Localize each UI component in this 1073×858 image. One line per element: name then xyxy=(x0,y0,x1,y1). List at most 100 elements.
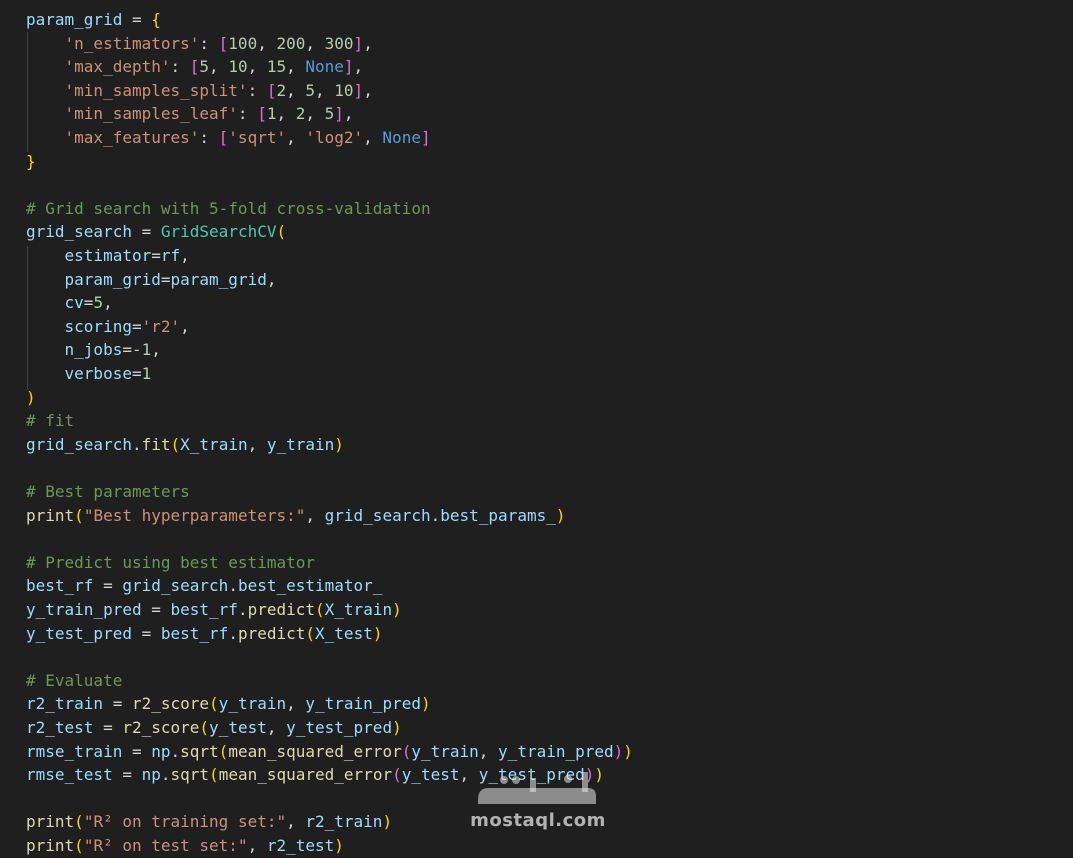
code-token: = xyxy=(122,10,152,29)
code-token: , xyxy=(343,104,354,124)
code-token: r2_score xyxy=(131,694,210,714)
code-token: [ xyxy=(189,57,200,77)
code-token: 'min_samples_split' xyxy=(64,80,248,100)
code-line: # Evaluate xyxy=(26,669,122,693)
code-token: : xyxy=(247,80,267,100)
code-line: 'min_samples_split': [2, 5, 10], xyxy=(26,79,373,103)
code-token: ) xyxy=(334,836,344,855)
code-token: mean_squared_error xyxy=(218,765,393,785)
code-token: , xyxy=(247,836,267,855)
code-token: X_test xyxy=(315,623,373,643)
code-token: "Best hyperparameters:" xyxy=(83,505,306,525)
code-line: # Predict using best estimator xyxy=(26,551,315,575)
code-token: , xyxy=(247,57,267,77)
code-token: [ xyxy=(218,33,229,53)
code-token: = xyxy=(131,364,142,383)
code-token: grid_search xyxy=(324,505,431,525)
code-token: ( xyxy=(74,836,84,855)
code-token: = xyxy=(151,246,161,265)
code-token: ( xyxy=(392,765,402,785)
code-token: np xyxy=(151,741,171,761)
code-token: y_train xyxy=(218,694,287,714)
code-token: y_test_pred xyxy=(26,623,132,643)
code-token: print xyxy=(26,505,75,525)
code-token: , xyxy=(363,128,383,147)
code-token: , xyxy=(305,505,325,525)
code-token: 'max_depth' xyxy=(64,57,171,77)
code-token: r2_test xyxy=(26,718,94,737)
code-token: ( xyxy=(209,694,219,714)
code-token: fit xyxy=(141,434,171,454)
code-token: ) xyxy=(623,741,633,761)
code-token: , xyxy=(286,80,306,100)
code-line: n_jobs=-1, xyxy=(26,338,161,362)
code-token: y_test_pred xyxy=(478,765,585,785)
code-token: ( xyxy=(74,812,84,832)
code-line: param_grid = { xyxy=(26,8,161,32)
code-line: print("R² on training set:", r2_train) xyxy=(26,810,392,834)
code-token: ] xyxy=(353,80,364,100)
code-token: . xyxy=(160,765,171,785)
code-token: # Best parameters xyxy=(26,482,190,501)
code-token: best_estimator_ xyxy=(237,576,383,596)
code-token: r2_train xyxy=(305,812,383,832)
code-line: # Grid search with 5-fold cross-validati… xyxy=(26,197,431,221)
code-token: r2_score xyxy=(122,718,200,737)
code-token: ) xyxy=(334,434,344,454)
code-token: X_train xyxy=(324,600,393,619)
code-token: r2_test xyxy=(266,836,335,855)
code-token: , xyxy=(247,434,267,454)
code-token: 'log2' xyxy=(305,128,364,147)
code-token: None xyxy=(305,57,344,77)
code-token: ) xyxy=(382,812,393,832)
code-token: : xyxy=(199,33,219,53)
code-token: 1 xyxy=(141,364,152,383)
code-token: None xyxy=(382,128,421,147)
code-line: rmse_train = np.sqrt(mean_squared_error(… xyxy=(26,740,633,764)
code-token: # Evaluate xyxy=(26,670,123,690)
code-line: cv=5, xyxy=(26,291,113,315)
code-token: ( xyxy=(74,505,84,525)
code-token: 200 xyxy=(276,33,306,53)
code-editor[interactable]: param_grid = { 'n_estimators': [100, 200… xyxy=(0,0,1073,855)
code-token: = xyxy=(83,293,94,313)
code-token: , xyxy=(257,33,277,53)
code-token: ) xyxy=(26,387,36,407)
code-token: # fit xyxy=(26,411,75,431)
code-token: y_train_pred xyxy=(498,741,614,761)
code-token: = xyxy=(131,623,161,643)
code-line: y_train_pred = best_rf.predict(X_train) xyxy=(26,598,402,622)
code-token: grid_search xyxy=(122,576,229,596)
code-token: ( xyxy=(315,600,325,619)
code-token: 5 xyxy=(199,57,210,77)
code-token: ] xyxy=(353,33,364,53)
code-token: , xyxy=(353,57,364,77)
code-token: np xyxy=(141,765,161,785)
code-token: 100 xyxy=(228,33,258,53)
code-token: y_test_pred xyxy=(286,718,393,737)
code-token: , xyxy=(180,246,190,265)
code-token: , xyxy=(180,316,190,336)
code-token: = xyxy=(122,340,132,360)
code-line: } xyxy=(26,150,36,174)
code-token: param_grid xyxy=(64,269,161,289)
code-token: "R² on training set:" xyxy=(83,812,287,832)
code-token: ( xyxy=(209,765,219,785)
code-token: rmse_test xyxy=(26,765,113,785)
code-token: 5 xyxy=(305,80,316,100)
code-token: ] xyxy=(334,104,344,124)
code-token: predict xyxy=(237,623,306,643)
code-token: : xyxy=(199,128,219,147)
code-token: { xyxy=(151,10,161,29)
code-token: y_test xyxy=(209,718,267,737)
code-token: = xyxy=(103,694,132,714)
code-token: , xyxy=(363,33,373,53)
code-token: , xyxy=(305,104,325,124)
code-token: = xyxy=(93,718,123,737)
code-token: 'r2' xyxy=(141,316,181,336)
